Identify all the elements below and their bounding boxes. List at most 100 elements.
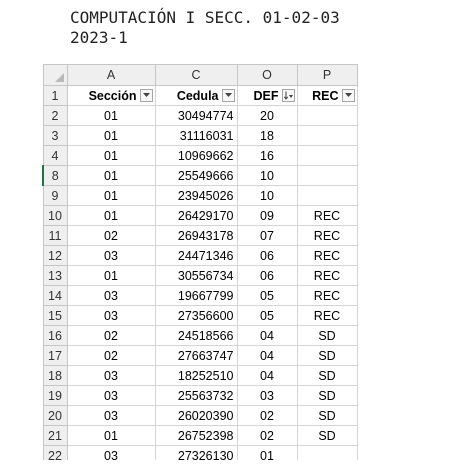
- cell-seccion[interactable]: 03: [66, 405, 156, 426]
- cell-def[interactable]: 02: [236, 405, 298, 426]
- row-header[interactable]: 12: [42, 245, 68, 266]
- column-header-p[interactable]: P: [296, 64, 358, 86]
- table-row: 17 02 27663747 04 SD: [42, 345, 358, 366]
- cell-def[interactable]: 04: [236, 365, 298, 386]
- row-header[interactable]: 15: [42, 305, 68, 326]
- title-line-1: COMPUTACIÓN I SECC. 01-02-03: [70, 8, 340, 27]
- cell-cedula[interactable]: 31116031: [154, 125, 238, 146]
- row-header[interactable]: 18: [42, 365, 68, 386]
- row-header[interactable]: 9: [42, 185, 68, 206]
- cell-def[interactable]: 05: [236, 305, 298, 326]
- cell-seccion[interactable]: 01: [66, 185, 156, 206]
- row-header[interactable]: 1: [42, 85, 68, 106]
- filter-dropdown-icon[interactable]: [341, 89, 355, 102]
- cell-seccion[interactable]: 02: [66, 325, 156, 346]
- cell-cedula[interactable]: 25563732: [154, 385, 238, 406]
- cell-seccion[interactable]: 01: [66, 125, 156, 146]
- cell-cedula[interactable]: 27356600: [154, 305, 238, 326]
- cell-rec[interactable]: REC: [296, 205, 358, 226]
- cell-seccion[interactable]: 03: [66, 305, 156, 326]
- table-row: 8 01 25549666 10: [42, 165, 358, 186]
- row-header[interactable]: 20: [42, 405, 68, 426]
- column-header-a[interactable]: A: [66, 64, 156, 86]
- select-all-corner[interactable]: [42, 64, 68, 86]
- row-header[interactable]: 11: [42, 225, 68, 246]
- cell-cedula[interactable]: 24518566: [154, 325, 238, 346]
- row-header[interactable]: 3: [42, 125, 68, 146]
- cell-seccion[interactable]: 01: [66, 165, 156, 186]
- cell-rec[interactable]: REC: [296, 285, 358, 306]
- cell-cedula[interactable]: 26752398: [154, 425, 238, 446]
- cell-seccion[interactable]: 01: [66, 145, 156, 166]
- cell-seccion[interactable]: 01: [66, 205, 156, 226]
- table-row: 19 03 25563732 03 SD: [42, 385, 358, 406]
- cell-rec[interactable]: SD: [296, 405, 358, 426]
- cell-cedula[interactable]: 19667799: [154, 285, 238, 306]
- cell-rec[interactable]: REC: [296, 265, 358, 286]
- row-header[interactable]: 19: [42, 385, 68, 406]
- cell-cedula[interactable]: 27663747: [154, 345, 238, 366]
- cell-def[interactable]: 04: [236, 345, 298, 366]
- cell-seccion[interactable]: 02: [66, 345, 156, 366]
- cell-def[interactable]: 07: [236, 225, 298, 246]
- cell-cedula[interactable]: 18252510: [154, 365, 238, 386]
- cell-rec[interactable]: [296, 165, 358, 186]
- cell-rec[interactable]: REC: [296, 305, 358, 326]
- row-header[interactable]: 8: [42, 165, 68, 186]
- cell-seccion[interactable]: 01: [66, 425, 156, 446]
- cell-seccion[interactable]: 03: [66, 365, 156, 386]
- cell-def[interactable]: 10: [236, 165, 298, 186]
- cell-cedula[interactable]: 25549666: [154, 165, 238, 186]
- cell-seccion[interactable]: 01: [66, 105, 156, 126]
- cell-rec[interactable]: [296, 145, 358, 166]
- row-header[interactable]: 14: [42, 285, 68, 306]
- cell-cedula[interactable]: 30494774: [154, 105, 238, 126]
- cell-rec[interactable]: SD: [296, 385, 358, 406]
- cell-def[interactable]: 06: [236, 265, 298, 286]
- cell-rec[interactable]: SD: [296, 425, 358, 446]
- cell-def[interactable]: 03: [236, 385, 298, 406]
- row-header[interactable]: 21: [42, 425, 68, 446]
- cell-def[interactable]: 20: [236, 105, 298, 126]
- cell-cedula[interactable]: 26429170: [154, 205, 238, 226]
- cell-def[interactable]: 05: [236, 285, 298, 306]
- sort-descending-icon[interactable]: [281, 89, 295, 102]
- row-header[interactable]: 2: [42, 105, 68, 126]
- cell-cedula[interactable]: 24471346: [154, 245, 238, 266]
- cell-def[interactable]: 18: [236, 125, 298, 146]
- cell-rec[interactable]: REC: [296, 245, 358, 266]
- cell-seccion[interactable]: 02: [66, 225, 156, 246]
- cell-rec[interactable]: SD: [296, 365, 358, 386]
- cell-rec[interactable]: SD: [296, 325, 358, 346]
- cell-rec[interactable]: [296, 125, 358, 146]
- cell-seccion[interactable]: 01: [66, 265, 156, 286]
- cell-def[interactable]: 09: [236, 205, 298, 226]
- cell-cedula[interactable]: 10969662: [154, 145, 238, 166]
- row-header[interactable]: 16: [42, 325, 68, 346]
- cell-seccion[interactable]: 03: [66, 245, 156, 266]
- cell-def[interactable]: 02: [236, 425, 298, 446]
- cell-def[interactable]: 10: [236, 185, 298, 206]
- row-header[interactable]: 4: [42, 145, 68, 166]
- row-header[interactable]: 17: [42, 345, 68, 366]
- cell-rec[interactable]: [296, 185, 358, 206]
- cell-seccion[interactable]: 03: [66, 285, 156, 306]
- cell-rec[interactable]: REC: [296, 225, 358, 246]
- filter-dropdown-icon[interactable]: [221, 89, 235, 102]
- filter-dropdown-icon[interactable]: [139, 89, 153, 102]
- row-header[interactable]: 10: [42, 205, 68, 226]
- cell-cedula[interactable]: 26943178: [154, 225, 238, 246]
- cell-def[interactable]: 04: [236, 325, 298, 346]
- cell-seccion[interactable]: 03: [66, 385, 156, 406]
- cell-cedula[interactable]: 26020390: [154, 405, 238, 426]
- row-header[interactable]: 13: [42, 265, 68, 286]
- cell-cedula[interactable]: 30556734: [154, 265, 238, 286]
- cell-rec[interactable]: [296, 105, 358, 126]
- cell-def[interactable]: 06: [236, 245, 298, 266]
- table-row: 15 03 27356600 05 REC: [42, 305, 358, 326]
- column-header-o[interactable]: O: [236, 64, 298, 86]
- cell-def[interactable]: 16: [236, 145, 298, 166]
- cell-rec[interactable]: SD: [296, 345, 358, 366]
- column-header-c[interactable]: C: [154, 64, 238, 86]
- cell-cedula[interactable]: 23945026: [154, 185, 238, 206]
